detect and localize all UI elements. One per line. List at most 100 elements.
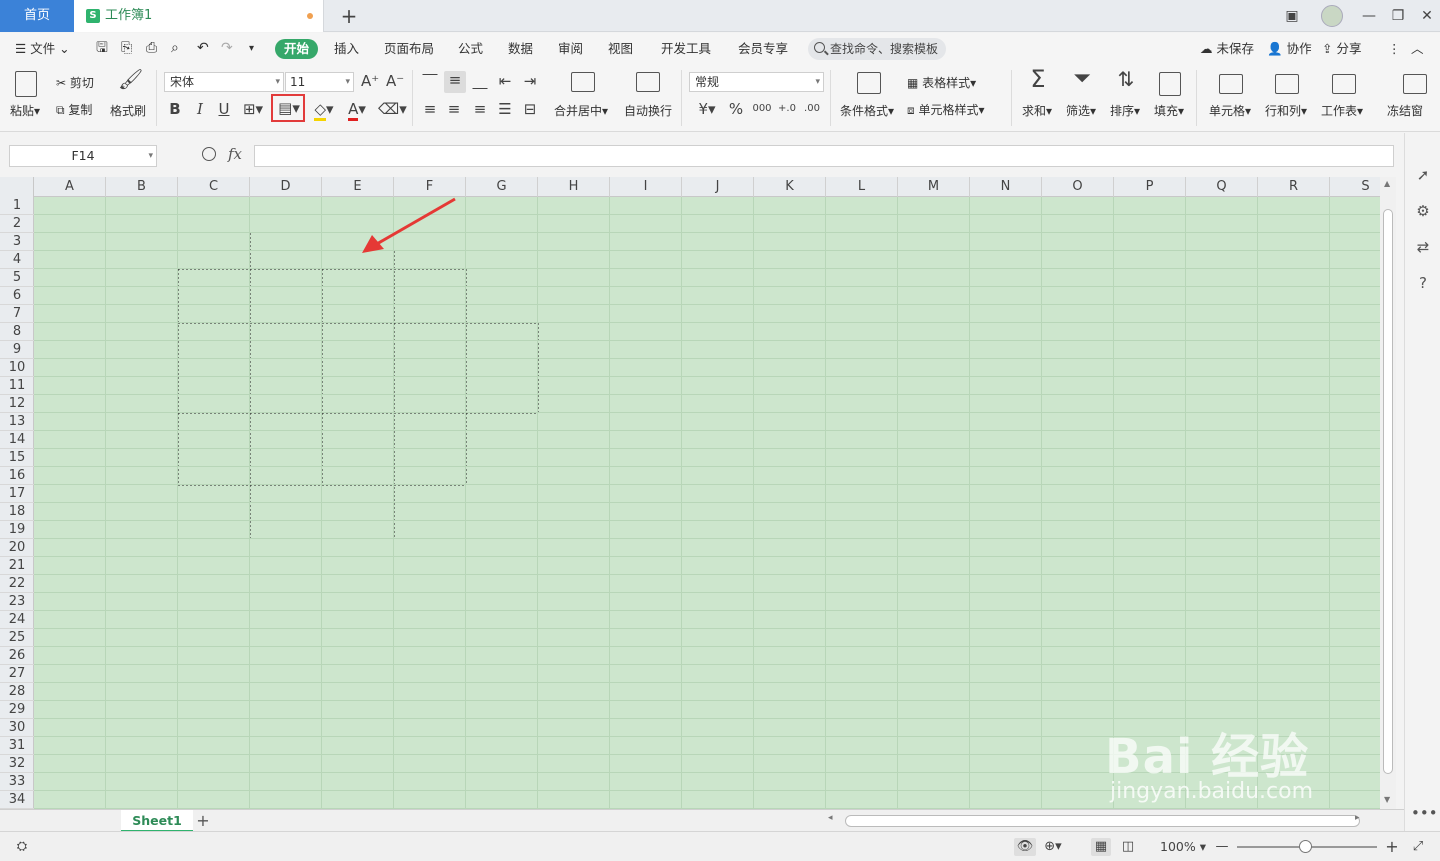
align-middle-icon[interactable]: ≡ <box>444 71 466 93</box>
cell-style-button[interactable]: ⧈ 单元格样式▾ <box>907 101 985 118</box>
column-header-d[interactable]: D <box>250 177 322 197</box>
settings-sliders-icon[interactable]: ⚙ <box>1411 199 1435 223</box>
row-header-30[interactable]: 30 <box>0 719 34 737</box>
minimize-icon[interactable]: — <box>1355 0 1383 32</box>
row-header-9[interactable]: 9 <box>0 341 34 359</box>
new-tab-button[interactable]: + <box>338 4 360 28</box>
column-header-j[interactable]: J <box>682 177 754 197</box>
row-header-11[interactable]: 11 <box>0 377 34 395</box>
more-menu-icon[interactable]: ⋮ <box>1388 33 1401 64</box>
row-header-28[interactable]: 28 <box>0 683 34 701</box>
window-count-icon[interactable]: ▣ <box>1278 0 1306 32</box>
sheet-tab-active[interactable]: Sheet1 <box>121 810 193 832</box>
row-header-12[interactable]: 12 <box>0 395 34 413</box>
row-header-17[interactable]: 17 <box>0 485 34 503</box>
command-search-input[interactable]: 查找命令、搜索模板 <box>808 38 946 60</box>
unsaved-status-button[interactable]: ☁ 未保存 <box>1200 33 1254 64</box>
column-header-e[interactable]: E <box>322 177 394 197</box>
sort-button[interactable]: 排序▾ <box>1110 102 1140 119</box>
help-icon[interactable]: ? <box>1411 271 1435 295</box>
print-preview-icon[interactable]: ⌕ <box>171 33 179 64</box>
export-icon[interactable]: ⎘ <box>121 33 132 64</box>
row-header-23[interactable]: 23 <box>0 593 34 611</box>
italic-icon[interactable]: I <box>191 100 209 118</box>
scroll-left-icon[interactable]: ◂ <box>828 813 833 823</box>
row-header-34[interactable]: 34 <box>0 791 34 809</box>
row-header-4[interactable]: 4 <box>0 251 34 269</box>
zoom-formula-icon[interactable] <box>202 147 216 161</box>
tab-review[interactable]: 审阅 <box>558 33 583 64</box>
column-header-f[interactable]: F <box>394 177 466 197</box>
row-header-25[interactable]: 25 <box>0 629 34 647</box>
row-header-3[interactable]: 3 <box>0 233 34 251</box>
formula-input[interactable] <box>254 145 1394 167</box>
tab-formula[interactable]: 公式 <box>458 33 483 64</box>
column-header[interactable]: ABCDEFGHIJKLMNOPQRS <box>0 177 1380 197</box>
font-color-icon[interactable]: A▾ <box>343 100 371 121</box>
column-header-c[interactable]: C <box>178 177 250 197</box>
print-icon[interactable]: ⎙ <box>146 33 157 64</box>
column-header-a[interactable]: A <box>34 177 106 197</box>
align-right-icon[interactable]: ≡ <box>470 100 490 118</box>
row-header-10[interactable]: 10 <box>0 359 34 377</box>
column-header-l[interactable]: L <box>826 177 898 197</box>
insert-function-icon[interactable]: fx <box>228 145 242 163</box>
column-header-m[interactable]: M <box>898 177 970 197</box>
worksheet-grid[interactable]: ABCDEFGHIJKLMNOPQRS 1 2 3 4 5 6 7 8 9 10 11 12 13 14 1… <box>0 177 1380 809</box>
share-button[interactable]: ⇪ 分享 <box>1322 33 1361 64</box>
justify-icon[interactable]: ☰ <box>495 100 515 118</box>
collaborate-button[interactable]: 👤 协作 <box>1267 33 1312 64</box>
fill-color-icon[interactable]: ◇▾ <box>309 100 339 121</box>
row-header-29[interactable]: 29 <box>0 701 34 719</box>
column-header-q[interactable]: Q <box>1186 177 1258 197</box>
home-tab[interactable]: 首页 <box>0 0 74 32</box>
vertical-scroll-thumb[interactable] <box>1383 209 1393 774</box>
column-header-b[interactable]: B <box>106 177 178 197</box>
decrease-decimal-icon[interactable]: .00 <box>802 100 822 118</box>
row-header-19[interactable]: 19 <box>0 521 34 539</box>
row-col-button[interactable]: 行和列▾ <box>1265 102 1307 119</box>
filter-button[interactable]: 筛选▾ <box>1066 102 1096 119</box>
row-header-8[interactable]: 8 <box>0 323 34 341</box>
tab-data[interactable]: 数据 <box>508 33 533 64</box>
freeze-panes-button[interactable]: 冻结窗 <box>1387 102 1423 119</box>
more-options-icon[interactable]: ••• <box>1411 801 1438 825</box>
decrease-indent-icon[interactable]: ⇤ <box>495 72 515 90</box>
column-header-k[interactable]: K <box>754 177 826 197</box>
zoom-level[interactable]: 100% ▾ <box>1160 832 1206 861</box>
close-icon[interactable]: ✕ <box>1413 0 1440 32</box>
horizontal-scrollbar[interactable] <box>845 815 1360 827</box>
vertical-scrollbar[interactable]: ▲ ▼ <box>1380 177 1396 809</box>
layout-mode-icon[interactable]: ⊕▾ <box>1040 838 1066 856</box>
name-box[interactable]: F14 <box>9 145 157 167</box>
font-size-select[interactable]: 11 <box>285 72 354 92</box>
column-header-r[interactable]: R <box>1258 177 1330 197</box>
cell-button[interactable]: 单元格▾ <box>1209 102 1251 119</box>
column-header-s[interactable]: S <box>1330 177 1380 197</box>
save-icon[interactable]: 🖫 <box>96 33 108 64</box>
zoom-out-icon[interactable]: — <box>1212 838 1232 856</box>
underline-icon[interactable]: U <box>215 100 233 118</box>
redo-icon[interactable]: ↷ <box>221 33 233 64</box>
collapse-ribbon-icon[interactable]: ︿ <box>1411 33 1424 64</box>
align-left-icon[interactable]: ≡ <box>420 100 440 118</box>
row-header-16[interactable]: 16 <box>0 467 34 485</box>
row-header-33[interactable]: 33 <box>0 773 34 791</box>
bold-icon[interactable]: B <box>166 100 184 118</box>
restore-icon[interactable]: ❐ <box>1384 0 1412 32</box>
column-header-h[interactable]: H <box>538 177 610 197</box>
undo-icon[interactable]: ↶ <box>197 33 209 64</box>
row-header-14[interactable]: 14 <box>0 431 34 449</box>
tab-member[interactable]: 会员专享 <box>738 33 788 64</box>
row-header-24[interactable]: 24 <box>0 611 34 629</box>
font-family-select[interactable]: 宋体 <box>164 72 284 92</box>
eye-protect-icon[interactable]: 👁 <box>1014 838 1036 856</box>
row-header-5[interactable]: 5 <box>0 269 34 287</box>
transform-icon[interactable]: ⇄ <box>1411 235 1435 259</box>
paste-icon[interactable] <box>15 71 37 97</box>
distribute-icon[interactable]: ⊟ <box>520 100 540 118</box>
row-header-15[interactable]: 15 <box>0 449 34 467</box>
merge-center-button[interactable]: 合并居中▾ <box>554 102 608 119</box>
currency-icon[interactable]: ¥▾ <box>694 100 720 118</box>
align-top-icon[interactable]: ⎺ <box>420 72 440 90</box>
